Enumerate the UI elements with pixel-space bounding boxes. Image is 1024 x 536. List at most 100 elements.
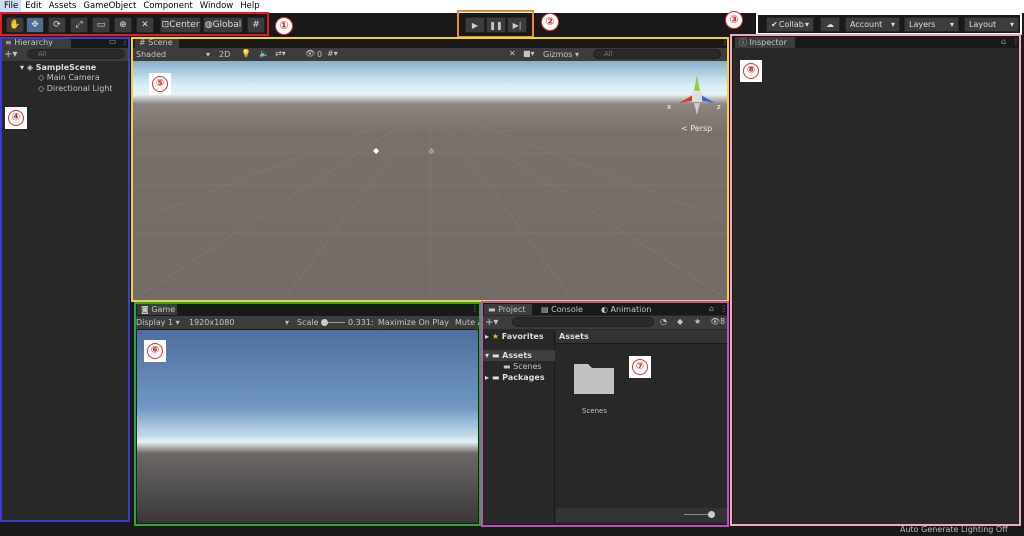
- scale-slider[interactable]: [321, 319, 345, 326]
- rotate-tool-icon[interactable]: ⟳: [48, 17, 66, 33]
- dropdown-arrow-icon: ▾: [285, 318, 290, 327]
- scene-tabbar: # Scene ⋮: [133, 37, 729, 48]
- scenes-folder-tile[interactable]: [572, 360, 616, 396]
- slider-handle[interactable]: [321, 319, 328, 326]
- tab-inspector[interactable]: ⓘ Inspector: [735, 37, 795, 48]
- transform-tool-icon[interactable]: ⊕: [114, 17, 132, 33]
- light-gizmo-icon[interactable]: ☼: [428, 147, 435, 156]
- snap-grid-icon[interactable]: #: [247, 17, 265, 33]
- game-viewport[interactable]: [137, 330, 478, 523]
- layers-dropdown[interactable]: Layers ▾: [904, 17, 959, 32]
- tab-animation[interactable]: ◐ Animation: [597, 304, 657, 315]
- marker-8-box: ⑧: [740, 60, 762, 82]
- scene-viewport[interactable]: ◆ ☼ x z < Persp: [133, 61, 728, 300]
- packages-folder-item[interactable]: ▸ ▬ Packages: [485, 373, 545, 382]
- more-icon[interactable]: ⋮: [721, 37, 729, 46]
- filter-type-icon[interactable]: ◔: [660, 317, 667, 326]
- marker-6: ⑥: [147, 343, 163, 359]
- scene-root-item[interactable]: ▾ ◈ SampleScene: [20, 63, 96, 72]
- menu-window[interactable]: Window: [196, 0, 237, 13]
- hierarchy-item-directional-light[interactable]: ◇ Directional Light: [38, 84, 112, 93]
- scenes-folder-item[interactable]: ▬ Scenes: [503, 362, 542, 371]
- hand-tool-icon[interactable]: ✋: [6, 17, 24, 33]
- camera-icon[interactable]: ■▾: [523, 49, 535, 58]
- pause-icon: ❚❚: [489, 20, 503, 30]
- more-icon[interactable]: ⋮: [720, 304, 728, 313]
- lighting-icon[interactable]: 💡: [241, 49, 251, 58]
- marker-1: ①: [275, 17, 293, 35]
- cloud-button[interactable]: ☁: [820, 17, 840, 32]
- tab-game[interactable]: ◙ Game: [137, 304, 177, 315]
- info-icon: ⓘ: [739, 38, 747, 47]
- folder-icon: ▬: [491, 373, 500, 382]
- add-icon[interactable]: +▾: [4, 49, 17, 60]
- display-dropdown[interactable]: Display 1 ▾: [136, 318, 180, 327]
- more-icon[interactable]: ⋮: [1012, 37, 1020, 46]
- filter-label-icon[interactable]: ◆: [677, 317, 683, 326]
- marker-3: ③: [725, 11, 743, 29]
- custom-tool-icon[interactable]: ✕: [136, 17, 154, 33]
- resolution-dropdown[interactable]: 1920x1080: [189, 318, 234, 327]
- add-icon[interactable]: +▾: [485, 317, 498, 328]
- layout-dropdown[interactable]: Layout ▾: [964, 17, 1019, 32]
- favorites-item[interactable]: ▸ ★ Favorites: [485, 332, 544, 341]
- menu-component[interactable]: Component: [139, 0, 195, 13]
- mute-audio-toggle[interactable]: Mute A: [455, 318, 483, 327]
- orientation-gizmo[interactable]: x z: [667, 73, 721, 117]
- scale-tool-icon[interactable]: ⤢: [70, 17, 88, 33]
- step-icon: ▶|: [512, 20, 522, 30]
- effects-icon[interactable]: ⇄▾: [275, 49, 286, 58]
- camera-gizmo-icon[interactable]: ◆: [373, 146, 379, 155]
- project-search-input[interactable]: [512, 317, 654, 327]
- large-folder-icon: [574, 364, 614, 394]
- menu-edit[interactable]: Edit: [21, 0, 44, 13]
- scene-search-input[interactable]: All: [593, 49, 721, 59]
- gizmos-dropdown[interactable]: Gizmos ▾: [543, 50, 579, 59]
- grid-toggle-icon[interactable]: #▾: [327, 49, 338, 58]
- rect-tool-icon[interactable]: ▭: [92, 17, 110, 33]
- more-icon[interactable]: ⋮: [471, 304, 479, 313]
- dropdown-arrow-icon: ▾: [949, 20, 954, 29]
- star-icon: ★: [491, 332, 499, 341]
- tools-icon[interactable]: ✕: [509, 49, 516, 58]
- marker-2: ②: [541, 13, 559, 31]
- maximize-on-play-toggle[interactable]: Maximize On Play: [378, 318, 449, 327]
- assets-folder-item[interactable]: ▾ ▬ Assets: [485, 351, 532, 360]
- dropdown-arrow-icon: ▾: [1009, 20, 1014, 29]
- scene-toolbar: Shaded ▾ 2D 💡 🔈 ⇄▾ 👁 0 #▾ ✕ ■▾ Gizmos ▾ …: [133, 48, 728, 61]
- hidden-packages-icon[interactable]: 👁8: [710, 317, 725, 326]
- lock-icon[interactable]: ⌂: [709, 304, 714, 313]
- menu-gameobject[interactable]: GameObject: [79, 0, 139, 13]
- pause-button[interactable]: ❚❚: [486, 17, 506, 33]
- move-tool-icon[interactable]: ✥: [26, 17, 44, 33]
- account-dropdown[interactable]: Account ▾: [845, 17, 900, 32]
- tab-console[interactable]: ▤ Console: [537, 304, 587, 315]
- list-icon: ≡: [5, 38, 12, 47]
- slider-handle[interactable]: [708, 511, 715, 518]
- pivot-center-button[interactable]: ⊡ Center: [160, 17, 201, 33]
- audio-icon[interactable]: 🔈: [259, 49, 269, 58]
- lock-icon[interactable]: ⌂: [1001, 37, 1006, 46]
- tab-project[interactable]: ▬ Project: [484, 304, 532, 315]
- favorite-star-icon[interactable]: ★: [694, 317, 701, 326]
- tab-scene[interactable]: # Scene: [135, 37, 179, 48]
- projection-label[interactable]: < Persp: [681, 124, 712, 133]
- lock-icon[interactable]: ▭: [109, 37, 117, 46]
- shading-mode-dropdown[interactable]: Shaded: [136, 50, 166, 59]
- collab-dropdown[interactable]: ✔ Collab ▾: [766, 17, 814, 32]
- mode-2d-toggle[interactable]: 2D: [219, 50, 230, 59]
- hierarchy-item-main-camera[interactable]: ◇ Main Camera: [38, 73, 100, 82]
- hierarchy-search-input[interactable]: All: [27, 49, 125, 59]
- more-icon[interactable]: ⋮: [121, 37, 129, 46]
- tab-hierarchy[interactable]: ≡ Hierarchy: [1, 37, 71, 48]
- icon-size-slider[interactable]: [684, 511, 715, 518]
- play-button[interactable]: ▶: [465, 17, 485, 33]
- menu-file[interactable]: File: [0, 0, 22, 13]
- step-button[interactable]: ▶|: [507, 17, 527, 33]
- menu-assets[interactable]: Assets: [45, 0, 80, 13]
- scale-value: 0.331:: [348, 318, 374, 327]
- menu-help[interactable]: Help: [236, 0, 262, 13]
- breadcrumb-assets[interactable]: Assets: [559, 332, 589, 341]
- pivot-global-button[interactable]: ◍ Global: [203, 17, 243, 33]
- hidden-objects-icon[interactable]: 👁: [305, 49, 315, 58]
